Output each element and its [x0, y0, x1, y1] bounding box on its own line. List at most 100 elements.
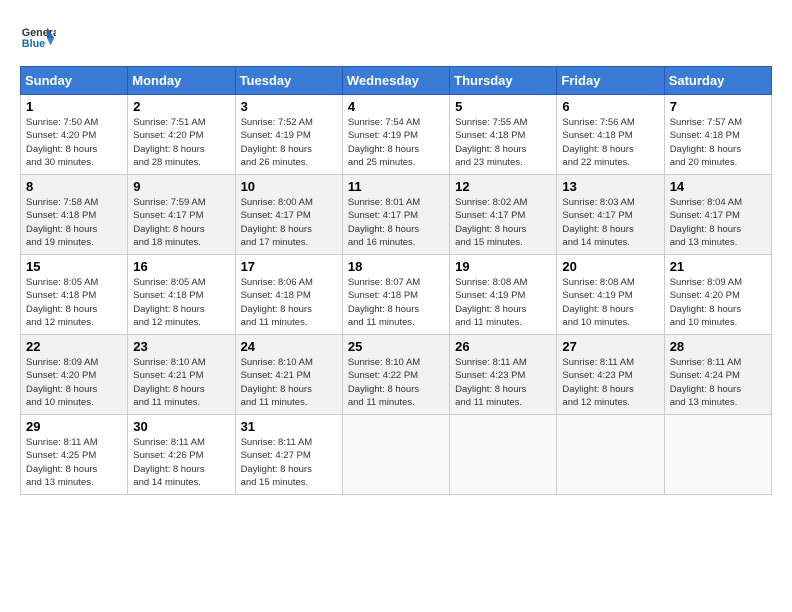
calendar-cell: 6 Sunrise: 7:56 AMSunset: 4:18 PMDaylight… [557, 95, 664, 175]
day-number: 4 [348, 99, 444, 114]
day-number: 6 [562, 99, 658, 114]
day-info: Sunrise: 8:02 AMSunset: 4:17 PMDaylight:… [455, 196, 551, 249]
calendar-cell: 7Sunrise: 7:57 AMSunset: 4:18 PMDaylight… [664, 95, 771, 175]
day-info: Sunrise: 8:05 AMSunset: 4:18 PMDaylight:… [133, 276, 229, 329]
calendar-cell: 14 Sunrise: 8:04 AMSunset: 4:17 PMDayligh… [664, 175, 771, 255]
calendar-cell: 8 Sunrise: 7:58 AMSunset: 4:18 PMDaylight… [21, 175, 128, 255]
day-number: 13 [562, 179, 658, 194]
day-info: Sunrise: 8:03 AMSunset: 4:17 PMDaylight:… [562, 196, 658, 249]
day-info: Sunrise: 8:06 AMSunset: 4:18 PMDaylight:… [241, 276, 337, 329]
calendar-cell [450, 415, 557, 495]
day-info: Sunrise: 8:11 AMSunset: 4:26 PMDaylight:… [133, 436, 229, 489]
calendar-cell: 27 Sunrise: 8:11 AMSunset: 4:23 PMDayligh… [557, 335, 664, 415]
calendar-cell: 20Sunrise: 8:08 AMSunset: 4:19 PMDayligh… [557, 255, 664, 335]
calendar-cell: 23Sunrise: 8:10 AMSunset: 4:21 PMDayligh… [128, 335, 235, 415]
calendar-cell: 15Sunrise: 8:05 AMSunset: 4:18 PMDayligh… [21, 255, 128, 335]
calendar-cell: 11 Sunrise: 8:01 AMSunset: 4:17 PMDayligh… [342, 175, 449, 255]
day-info: Sunrise: 7:58 AMSunset: 4:18 PMDaylight:… [26, 196, 122, 249]
calendar-cell [664, 415, 771, 495]
day-info: Sunrise: 7:59 AMSunset: 4:17 PMDaylight:… [133, 196, 229, 249]
day-number: 3 [241, 99, 337, 114]
day-info: Sunrise: 8:11 AMSunset: 4:27 PMDaylight:… [241, 436, 337, 489]
day-number: 1 [26, 99, 122, 114]
day-info: Sunrise: 8:10 AMSunset: 4:21 PMDaylight:… [241, 356, 337, 409]
day-info: Sunrise: 8:08 AMSunset: 4:19 PMDaylight:… [455, 276, 551, 329]
day-number: 25 [348, 339, 444, 354]
day-number: 27 [562, 339, 658, 354]
day-info: Sunrise: 8:00 AMSunset: 4:17 PMDaylight:… [241, 196, 337, 249]
calendar-cell: 29Sunrise: 8:11 AMSunset: 4:25 PMDayligh… [21, 415, 128, 495]
calendar-cell: 12Sunrise: 8:02 AMSunset: 4:17 PMDayligh… [450, 175, 557, 255]
day-number: 26 [455, 339, 551, 354]
calendar-week-row: 1 Sunrise: 7:50 AMSunset: 4:20 PMDaylight… [21, 95, 772, 175]
calendar-week-row: 8 Sunrise: 7:58 AMSunset: 4:18 PMDaylight… [21, 175, 772, 255]
day-number: 17 [241, 259, 337, 274]
calendar-week-row: 29Sunrise: 8:11 AMSunset: 4:25 PMDayligh… [21, 415, 772, 495]
day-number: 18 [348, 259, 444, 274]
day-info: Sunrise: 7:50 AMSunset: 4:20 PMDaylight:… [26, 116, 122, 169]
day-number: 19 [455, 259, 551, 274]
day-number: 8 [26, 179, 122, 194]
calendar-cell: 2 Sunrise: 7:51 AMSunset: 4:20 PMDaylight… [128, 95, 235, 175]
calendar-cell: 4 Sunrise: 7:54 AMSunset: 4:19 PMDaylight… [342, 95, 449, 175]
day-info: Sunrise: 8:05 AMSunset: 4:18 PMDaylight:… [26, 276, 122, 329]
calendar-cell: 17 Sunrise: 8:06 AMSunset: 4:18 PMDayligh… [235, 255, 342, 335]
day-info: Sunrise: 8:01 AMSunset: 4:17 PMDaylight:… [348, 196, 444, 249]
calendar-cell: 31 Sunrise: 8:11 AMSunset: 4:27 PMDayligh… [235, 415, 342, 495]
day-info: Sunrise: 8:04 AMSunset: 4:17 PMDaylight:… [670, 196, 766, 249]
logo: General Blue [20, 20, 56, 56]
calendar-cell: 13 Sunrise: 8:03 AMSunset: 4:17 PMDayligh… [557, 175, 664, 255]
day-info: Sunrise: 7:52 AMSunset: 4:19 PMDaylight:… [241, 116, 337, 169]
svg-text:Blue: Blue [22, 38, 45, 50]
day-number: 31 [241, 419, 337, 434]
day-info: Sunrise: 8:11 AMSunset: 4:24 PMDaylight:… [670, 356, 766, 409]
calendar-cell: 25 Sunrise: 8:10 AMSunset: 4:22 PMDayligh… [342, 335, 449, 415]
calendar-cell: 28 Sunrise: 8:11 AMSunset: 4:24 PMDayligh… [664, 335, 771, 415]
day-number: 10 [241, 179, 337, 194]
calendar-cell: 22Sunrise: 8:09 AMSunset: 4:20 PMDayligh… [21, 335, 128, 415]
weekday-header-monday: Monday [128, 67, 235, 95]
calendar-week-row: 15Sunrise: 8:05 AMSunset: 4:18 PMDayligh… [21, 255, 772, 335]
calendar-cell: 21 Sunrise: 8:09 AMSunset: 4:20 PMDayligh… [664, 255, 771, 335]
day-info: Sunrise: 7:57 AMSunset: 4:18 PMDaylight:… [670, 116, 766, 169]
day-info: Sunrise: 8:10 AMSunset: 4:21 PMDaylight:… [133, 356, 229, 409]
day-info: Sunrise: 8:11 AMSunset: 4:25 PMDaylight:… [26, 436, 122, 489]
weekday-header-friday: Friday [557, 67, 664, 95]
day-number: 20 [562, 259, 658, 274]
day-info: Sunrise: 7:56 AMSunset: 4:18 PMDaylight:… [562, 116, 658, 169]
weekday-header-saturday: Saturday [664, 67, 771, 95]
day-number: 21 [670, 259, 766, 274]
calendar-cell: 16 Sunrise: 8:05 AMSunset: 4:18 PMDayligh… [128, 255, 235, 335]
calendar-cell: 9 Sunrise: 7:59 AMSunset: 4:17 PMDaylight… [128, 175, 235, 255]
calendar-cell: 24 Sunrise: 8:10 AMSunset: 4:21 PMDayligh… [235, 335, 342, 415]
day-number: 16 [133, 259, 229, 274]
calendar-cell: 19 Sunrise: 8:08 AMSunset: 4:19 PMDayligh… [450, 255, 557, 335]
day-info: Sunrise: 8:10 AMSunset: 4:22 PMDaylight:… [348, 356, 444, 409]
calendar-table: SundayMondayTuesdayWednesdayThursdayFrid… [20, 66, 772, 495]
weekday-header-row: SundayMondayTuesdayWednesdayThursdayFrid… [21, 67, 772, 95]
weekday-header-sunday: Sunday [21, 67, 128, 95]
calendar-cell [557, 415, 664, 495]
calendar-cell: 3 Sunrise: 7:52 AMSunset: 4:19 PMDaylight… [235, 95, 342, 175]
calendar-cell: 26 Sunrise: 8:11 AMSunset: 4:23 PMDayligh… [450, 335, 557, 415]
day-number: 9 [133, 179, 229, 194]
day-number: 2 [133, 99, 229, 114]
day-info: Sunrise: 7:51 AMSunset: 4:20 PMDaylight:… [133, 116, 229, 169]
day-number: 14 [670, 179, 766, 194]
day-number: 5 [455, 99, 551, 114]
calendar-week-row: 22Sunrise: 8:09 AMSunset: 4:20 PMDayligh… [21, 335, 772, 415]
day-info: Sunrise: 8:09 AMSunset: 4:20 PMDaylight:… [670, 276, 766, 329]
day-number: 24 [241, 339, 337, 354]
day-info: Sunrise: 8:11 AMSunset: 4:23 PMDaylight:… [562, 356, 658, 409]
day-number: 28 [670, 339, 766, 354]
logo-icon: General Blue [20, 20, 56, 56]
day-number: 30 [133, 419, 229, 434]
day-info: Sunrise: 7:54 AMSunset: 4:19 PMDaylight:… [348, 116, 444, 169]
calendar-cell: 30 Sunrise: 8:11 AMSunset: 4:26 PMDayligh… [128, 415, 235, 495]
calendar-cell [342, 415, 449, 495]
day-info: Sunrise: 8:11 AMSunset: 4:23 PMDaylight:… [455, 356, 551, 409]
day-number: 11 [348, 179, 444, 194]
page-header: General Blue [20, 20, 772, 56]
day-info: Sunrise: 8:07 AMSunset: 4:18 PMDaylight:… [348, 276, 444, 329]
day-info: Sunrise: 8:09 AMSunset: 4:20 PMDaylight:… [26, 356, 122, 409]
